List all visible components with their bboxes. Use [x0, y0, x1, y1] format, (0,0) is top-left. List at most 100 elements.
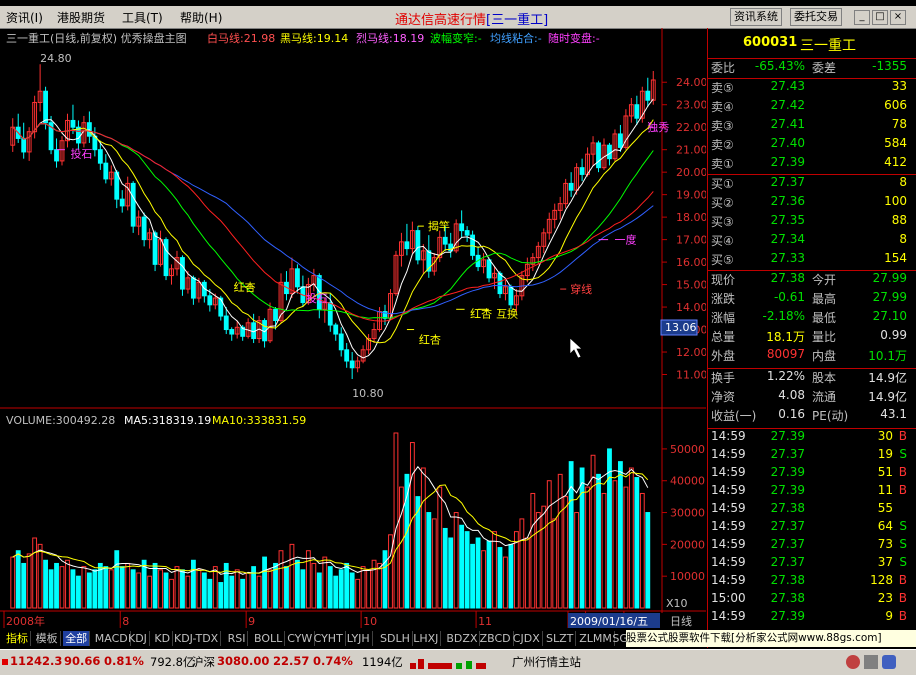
period-label[interactable]: 日线 — [670, 614, 692, 628]
tick-time: 14:59 — [711, 519, 746, 533]
volume-bar — [535, 512, 541, 609]
volume-tick-label: 30000 — [670, 507, 705, 520]
volume-bar — [26, 553, 32, 609]
tab-bdzx[interactable]: BDZX — [444, 631, 481, 646]
minimize-icon[interactable]: _ — [854, 10, 870, 25]
volume-bar — [229, 575, 235, 609]
bid-label: 买① — [711, 177, 734, 191]
candle-body — [415, 230, 421, 261]
volume-bar — [623, 486, 629, 609]
tab-模板[interactable]: 模板 — [34, 631, 61, 646]
ad-banner[interactable]: 股票公式股票软件下载[分析家公式网www.88gs.com] — [626, 630, 916, 647]
menu-hk-futures[interactable]: 港股期货 — [57, 9, 105, 26]
ask-row: 卖② 27.40 584 — [708, 136, 913, 155]
ask-volume: 584 — [884, 136, 907, 150]
tab-全部[interactable]: 全部 — [63, 631, 91, 646]
volume-bar — [530, 492, 536, 609]
tick-volume: 55 — [877, 501, 893, 515]
volume-bar — [541, 505, 547, 609]
candle-body — [207, 295, 213, 306]
trade-button[interactable]: 委托交易 — [790, 8, 842, 26]
stat-row: 现价 27.38 今开 27.99 — [708, 271, 913, 290]
ask-volume: 33 — [891, 79, 907, 93]
candle-body — [442, 236, 448, 245]
news-system-button[interactable]: 资讯系统 — [730, 8, 782, 26]
tick-direction: S — [899, 555, 907, 569]
candle-body — [634, 104, 640, 119]
tab-slzt[interactable]: SLZT — [544, 631, 577, 646]
station-name[interactable]: 广州行情主站 — [512, 654, 581, 670]
tab-sdlh[interactable]: SDLH — [378, 631, 413, 646]
tab-lhxj[interactable]: LHXJ — [411, 631, 442, 646]
volume-bar — [585, 486, 590, 609]
volume-bar — [81, 566, 87, 609]
tab-zbcd[interactable]: ZBCD — [478, 631, 514, 646]
volume-bar — [503, 556, 508, 609]
hs-pct: 0.74% — [313, 654, 353, 668]
tab-cjdx[interactable]: CJDX — [511, 631, 543, 646]
tick-time: 15:00 — [711, 591, 746, 605]
connection-icon[interactable] — [846, 655, 860, 669]
volume-bar — [43, 559, 49, 609]
tick-direction: S — [899, 447, 907, 461]
stat-label: 涨跌 — [711, 292, 736, 306]
tab-zlmm[interactable]: ZLMM — [577, 631, 615, 646]
volume-bar — [557, 473, 563, 609]
volume-bar — [360, 566, 366, 609]
kline-chart-area[interactable]: 三一重工(日线,前复权) 优秀操盘主图 白马线:21.98 黑马线:19.14 … — [0, 28, 708, 628]
stat-label: 量比 — [812, 330, 837, 344]
volume-bar — [158, 569, 163, 609]
tab-cyht[interactable]: CYHT — [312, 631, 346, 646]
tick-row: 14:59 27.37 73 S — [708, 537, 913, 556]
stat-label: 最低 — [812, 311, 837, 325]
app-title-main: 通达信高速行情 — [395, 13, 487, 28]
settings-icon[interactable] — [864, 655, 878, 669]
menu-tools[interactable]: 工具(T) — [122, 9, 163, 26]
ask-price: 27.40 — [770, 136, 805, 150]
volume-unit: X10 — [666, 597, 688, 610]
stat-value: -0.61 — [773, 290, 805, 304]
close-icon[interactable]: × — [890, 10, 906, 25]
volume-bar — [201, 572, 207, 609]
ask-row: 卖⑤ 27.43 33 — [708, 79, 913, 98]
volume-bar — [86, 572, 92, 609]
volume-bar — [218, 582, 224, 609]
volume-bar — [327, 566, 333, 609]
volume-bar — [37, 543, 43, 609]
bid-row: 买③ 27.35 88 — [708, 213, 913, 232]
bid-row: 买④ 27.34 8 — [708, 232, 913, 251]
maximize-icon[interactable]: □ — [872, 10, 888, 25]
signal-strength-icon — [408, 655, 500, 670]
annotation-label: 揭竿 — [428, 219, 450, 233]
tab-boll[interactable]: BOLL — [252, 631, 286, 646]
volume-bar — [234, 569, 240, 609]
ask-volume: 412 — [884, 155, 907, 169]
tick-direction: B — [898, 573, 907, 587]
candle-body — [119, 198, 125, 207]
fierce-ma-label: 烈马线:18.19 — [356, 31, 424, 45]
ask-label: 卖② — [711, 138, 734, 152]
tick-price: 27.37 — [770, 519, 805, 533]
tick-row: 14:59 27.37 64 S — [708, 519, 913, 538]
volume-bar — [59, 566, 65, 609]
tick-direction: B — [898, 483, 907, 497]
tab-kdj[interactable]: KDJ — [126, 631, 150, 646]
sound-icon[interactable] — [882, 655, 896, 669]
tab-lyjh[interactable]: LYJH — [345, 631, 373, 646]
tab-kdj-tdx[interactable]: KDJ-TDX — [172, 631, 222, 646]
tick-volume: 51 — [877, 465, 893, 479]
volume-bar — [568, 461, 574, 609]
menu-info[interactable]: 资讯(I) — [6, 9, 43, 26]
volume-bar — [240, 578, 246, 609]
menu-help[interactable]: 帮助(H) — [180, 9, 222, 26]
candle-body — [273, 308, 278, 322]
volume-bar — [278, 550, 284, 609]
candlesticks — [10, 64, 656, 380]
chart-title: 三一重工(日线,前复权) 优秀操盘主图 — [6, 31, 187, 45]
tab-rsi[interactable]: RSI — [226, 631, 249, 646]
tick-time: 14:59 — [711, 483, 746, 497]
candle-body — [223, 315, 229, 331]
kline-chart[interactable]: 三一重工(日线,前复权) 优秀操盘主图 白马线:21.98 黑马线:19.14 … — [0, 28, 708, 628]
tab-指标[interactable]: 指标 — [4, 631, 31, 646]
tab-kd[interactable]: KD — [152, 631, 174, 646]
